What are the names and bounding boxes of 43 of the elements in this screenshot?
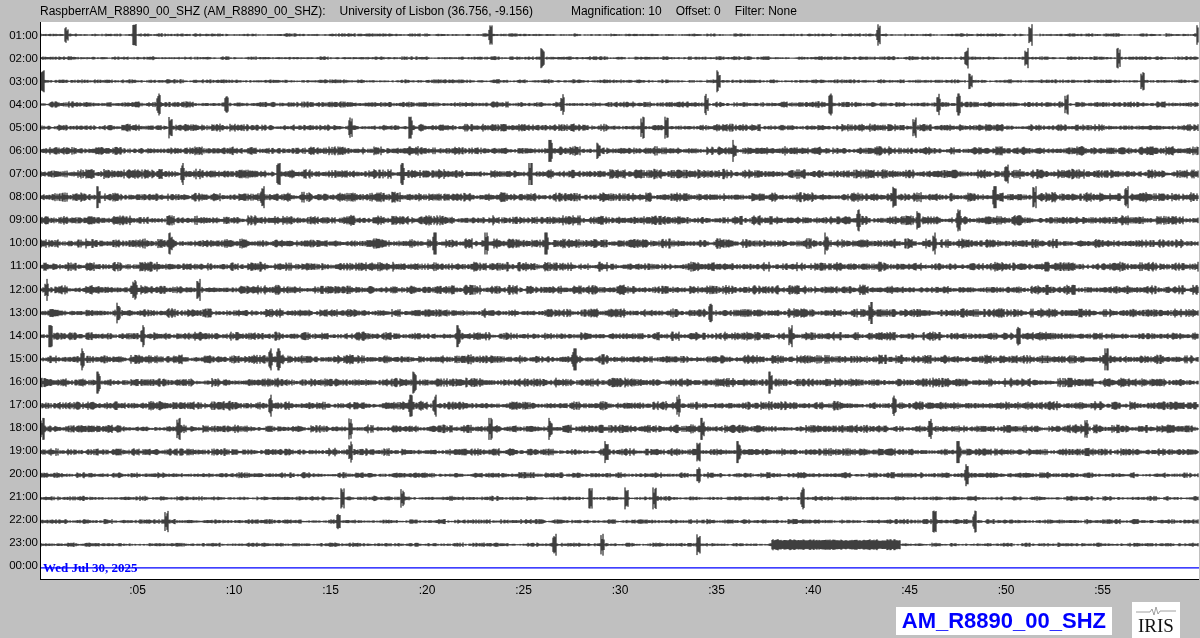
location-text: University of Lisbon (36.756, -9.156) (339, 4, 533, 18)
time-tick-label: :45 (901, 582, 918, 599)
hour-label: 21:00 (8, 488, 39, 504)
magnification-text: Magnification: 10 (570, 4, 662, 18)
channel-label: AM_R8890_00_SHZ (895, 607, 1112, 635)
hour-label: 11:00 (9, 258, 39, 274)
hour-label: 22:00 (8, 512, 39, 527)
hour-label: 23:00 (8, 535, 39, 551)
hour-label: 10:00 (8, 235, 39, 251)
hour-label: 09:00 (8, 212, 39, 228)
hour-label: 01:00 (8, 28, 39, 43)
hour-label: 20:00 (8, 465, 39, 481)
hour-label: 13:00 (8, 304, 39, 320)
hour-label: 12:00 (8, 281, 39, 297)
wave-icon (1136, 606, 1176, 616)
time-tick-label: :50 (997, 582, 1015, 599)
hour-label: 07:00 (8, 166, 39, 182)
hour-label: 19:00 (8, 442, 39, 458)
hour-label: 17:00 (8, 396, 39, 412)
hour-label: 02:00 (8, 51, 39, 67)
filter-text: Filter: None (734, 4, 797, 18)
time-tick-label: :20 (418, 582, 436, 599)
hour-label: 03:00 (8, 74, 39, 90)
hour-label: 18:00 (8, 419, 39, 435)
hour-label: 15:00 (8, 350, 39, 366)
hour-label: 06:00 (8, 143, 39, 159)
hour-label: 08:00 (8, 189, 39, 205)
offset-text: Offset: 0 (675, 4, 721, 18)
hour-label: 14:00 (8, 327, 39, 343)
time-tick-label: :40 (804, 582, 822, 599)
station-title: RaspberrAM_R8890_00_SHZ (AM_R8890_00_SHZ): (40, 4, 326, 18)
logo-text: IRIS (1138, 616, 1174, 636)
time-tick-label: :10 (225, 582, 243, 599)
time-tick-label: :15 (322, 582, 339, 599)
hour-label: 04:00 (8, 97, 39, 113)
time-tick-label: :30 (611, 582, 629, 599)
hour-label: 05:00 (8, 120, 39, 136)
time-tick-label: :35 (708, 582, 725, 599)
time-tick-label: :55 (1094, 582, 1111, 599)
hour-label: 16:00 (8, 373, 39, 389)
hour-label: 00:00 (8, 558, 39, 574)
time-tick-label: :05 (129, 582, 146, 599)
time-tick-label: :25 (515, 582, 532, 599)
